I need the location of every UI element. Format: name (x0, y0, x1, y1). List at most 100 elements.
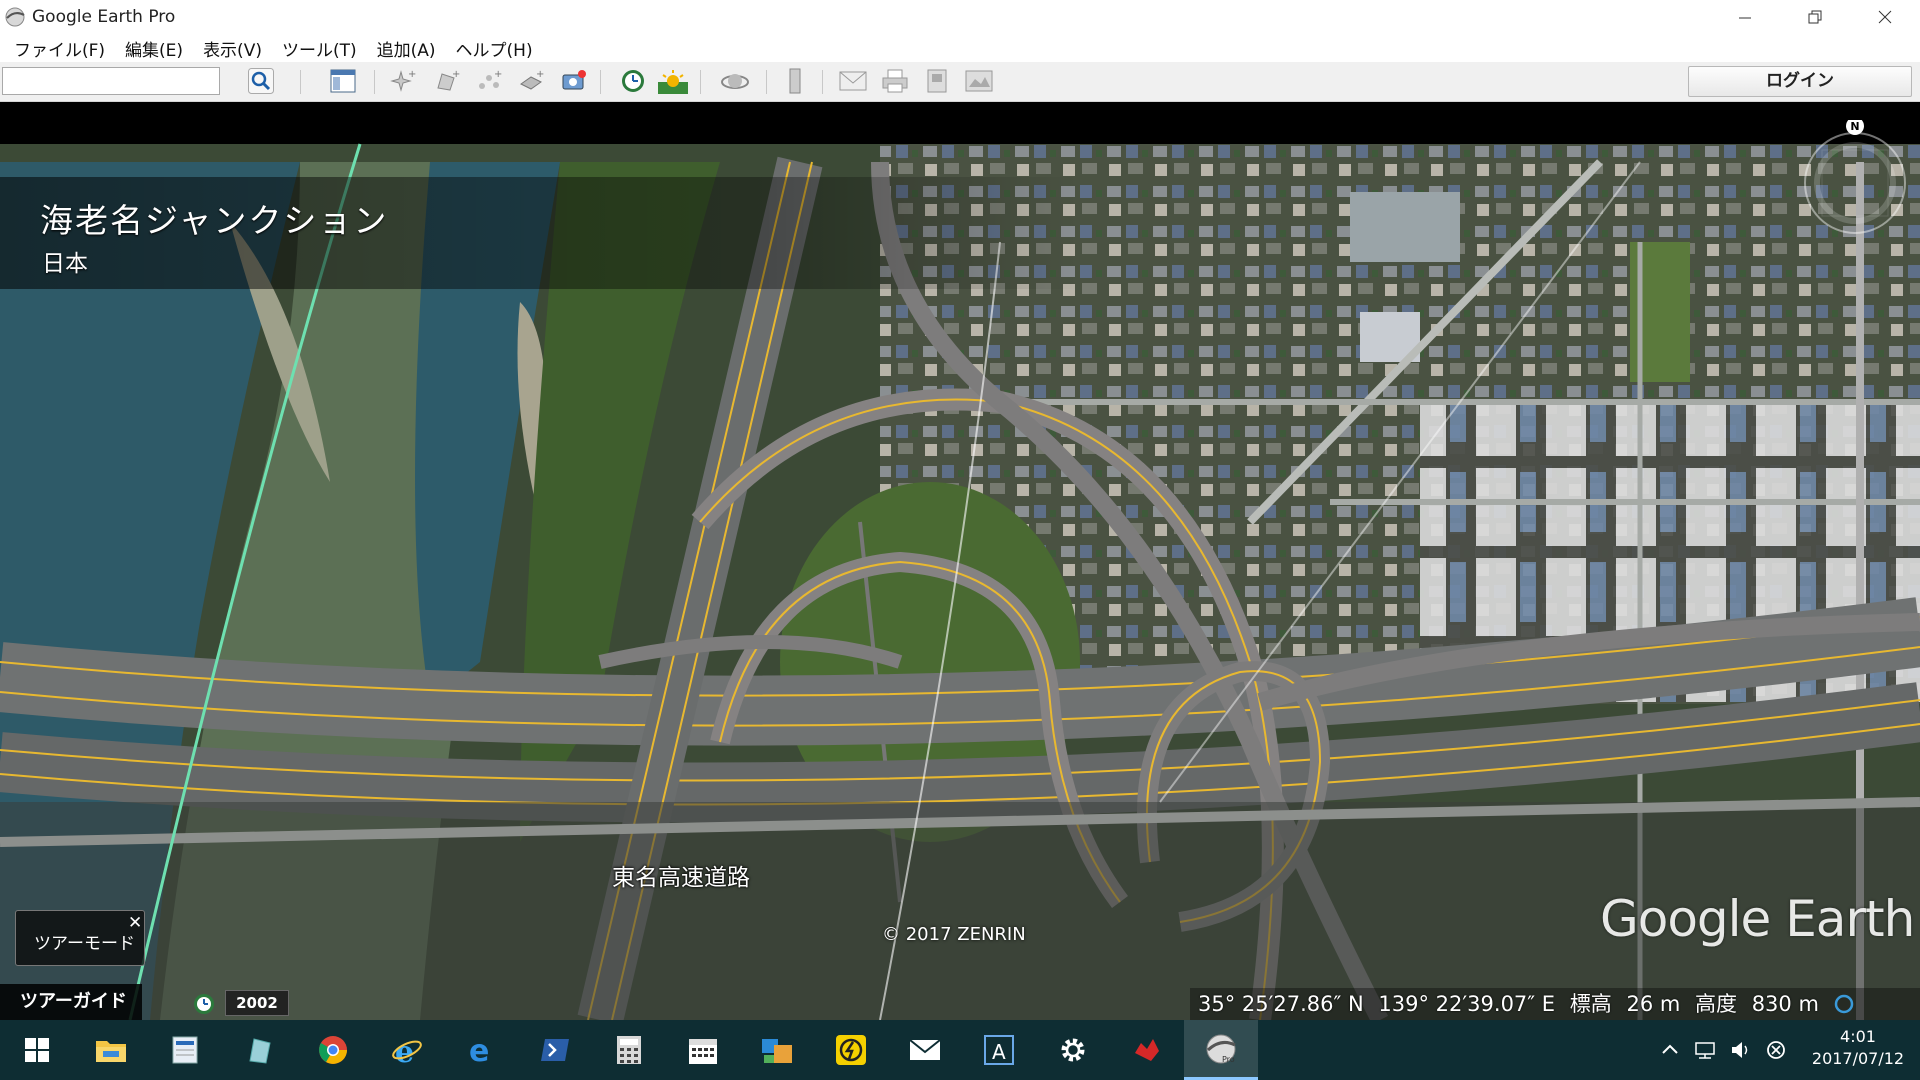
ruler-button[interactable] (778, 65, 812, 97)
taskbar-powershell[interactable] (518, 1020, 592, 1080)
restore-button[interactable] (1780, 0, 1850, 34)
map-copyright: © 2017 ZENRIN (882, 924, 1026, 945)
search-icon (248, 68, 274, 94)
taskbar-power-app[interactable] (814, 1020, 888, 1080)
menu-file[interactable]: ファイル(F) (6, 34, 113, 63)
search-input[interactable] (2, 67, 220, 95)
taskbar-settings[interactable] (1036, 1020, 1110, 1080)
tour-mode-close-button[interactable]: ✕ (128, 913, 142, 933)
svg-text:+: + (536, 69, 544, 80)
menu-bar: ファイル(F) 編集(E) 表示(V) ツール(T) 追加(A) ヘルプ(H) (0, 34, 1920, 62)
ruler-icon (789, 68, 801, 94)
altitude-value: 830 m (1751, 992, 1819, 1016)
windows-start-button[interactable] (0, 1020, 74, 1080)
volume-icon[interactable] (1730, 1040, 1752, 1060)
taskbar-internet-explorer[interactable]: e (370, 1020, 444, 1080)
place-name: 海老名ジャンクション (40, 201, 389, 240)
road-label: 東名高速道路 (612, 865, 750, 891)
latitude-readout: 35° 25′27.86″ N (1198, 992, 1364, 1016)
add-placemark-button[interactable]: + (386, 65, 420, 97)
calendar-icon (689, 1039, 717, 1064)
menu-tools[interactable]: ツール(T) (274, 34, 365, 63)
add-path-button[interactable]: + (472, 65, 506, 97)
calculator-icon (617, 1036, 641, 1064)
svg-text:+: + (494, 69, 502, 80)
photos-icon (762, 1039, 792, 1063)
network-icon[interactable] (1694, 1040, 1716, 1060)
add-polygon-button[interactable]: + (430, 65, 464, 97)
menu-help[interactable]: ヘルプ(H) (448, 34, 541, 63)
email-button[interactable] (836, 65, 870, 97)
chevron-up-icon[interactable] (1660, 1040, 1680, 1060)
add-image-overlay-button[interactable]: + (514, 65, 548, 97)
save-image-icon (927, 69, 947, 93)
google-earth-pro-icon: Pro (1206, 1034, 1236, 1064)
login-button[interactable]: ログイン (1688, 66, 1912, 97)
windows-taskbar: e e A Pro 4:01 2017/07/12 (0, 1020, 1920, 1080)
polygon-add-icon: + (437, 69, 460, 91)
svg-text:e: e (469, 1035, 489, 1065)
taskbar-font-app[interactable]: A (962, 1020, 1036, 1080)
menu-view[interactable]: 表示(V) (195, 34, 270, 63)
close-icon (1878, 10, 1892, 24)
menu-add[interactable]: 追加(A) (369, 34, 444, 63)
red-app-icon (1135, 1039, 1159, 1061)
power-app-icon (836, 1035, 866, 1065)
planets-button[interactable] (718, 65, 752, 97)
print-icon (882, 69, 908, 93)
clock-date: 2017/07/12 (1811, 1049, 1905, 1068)
google-earth-logo: Google Earth (1600, 890, 1915, 948)
edge-icon: e (469, 1035, 489, 1065)
maps-icon (965, 70, 993, 92)
notification-off-icon[interactable] (1766, 1040, 1786, 1060)
taskbar-calculator[interactable] (592, 1020, 666, 1080)
historical-imagery-button[interactable] (616, 65, 650, 97)
notes-app-icon (249, 1038, 271, 1064)
taskbar-notes-app[interactable] (222, 1020, 296, 1080)
navigation-compass[interactable]: N (1792, 120, 1918, 246)
elevation-value: 26 m (1626, 992, 1681, 1016)
taskbar-document-app[interactable] (148, 1020, 222, 1080)
minimize-button[interactable] (1710, 0, 1780, 34)
menu-edit[interactable]: 編集(E) (117, 34, 191, 63)
record-tour-button[interactable] (556, 65, 590, 97)
history-clock-icon[interactable] (193, 993, 215, 1015)
title-bar: Google Earth Pro (0, 0, 1920, 34)
close-button[interactable] (1850, 0, 1920, 34)
save-image-button[interactable] (920, 65, 954, 97)
taskbar-clock[interactable]: 4:01 2017/07/12 (1800, 1026, 1916, 1070)
planet-icon (721, 74, 749, 89)
status-bar: 35° 25′27.86″ N 139° 22′39.07″ E 標高 26 m… (1190, 988, 1920, 1020)
chrome-icon (319, 1036, 347, 1064)
map-viewport[interactable]: 海老名ジャンクション 日本 東名高速道路 © 2017 ZENRIN Googl… (0, 102, 1920, 1020)
internet-explorer-icon: e (392, 1035, 422, 1066)
taskbar-google-earth-pro[interactable]: Pro (1184, 1020, 1258, 1080)
altitude-label: 高度 (1695, 992, 1737, 1016)
taskbar-red-app[interactable] (1110, 1020, 1184, 1080)
search-button[interactable] (244, 65, 278, 97)
taskbar-photos[interactable] (740, 1020, 814, 1080)
sidebar-toggle-button[interactable] (326, 65, 360, 97)
sunlight-button[interactable] (656, 65, 690, 97)
taskbar-file-explorer[interactable] (74, 1020, 148, 1080)
compass-north-label: N (1850, 120, 1859, 133)
google-earth-app-icon (5, 7, 25, 27)
tour-guide-button[interactable]: ツアーガイド (0, 984, 142, 1020)
tour-mode-popup[interactable]: ツアーモード ✕ (15, 910, 145, 966)
imagery-year-badge[interactable]: 2002 (225, 990, 289, 1016)
svg-text:+: + (408, 69, 416, 80)
clock-time: 4:01 (1840, 1027, 1876, 1046)
tour-mode-label: ツアーモード (34, 934, 135, 954)
font-app-icon: A (984, 1035, 1014, 1065)
google-earth-window: Google Earth Pro ファイル(F) 編集(E) 表示(V) ツール… (0, 0, 1920, 1080)
taskbar-edge[interactable]: e (444, 1020, 518, 1080)
restore-icon (1808, 10, 1822, 24)
taskbar-mail[interactable] (888, 1020, 962, 1080)
print-button[interactable] (878, 65, 912, 97)
powershell-icon (541, 1039, 569, 1061)
windows-start-icon (25, 1038, 49, 1062)
view-in-maps-button[interactable] (962, 65, 996, 97)
taskbar-calendar[interactable] (666, 1020, 740, 1080)
svg-text:e: e (395, 1035, 414, 1066)
taskbar-chrome[interactable] (296, 1020, 370, 1080)
